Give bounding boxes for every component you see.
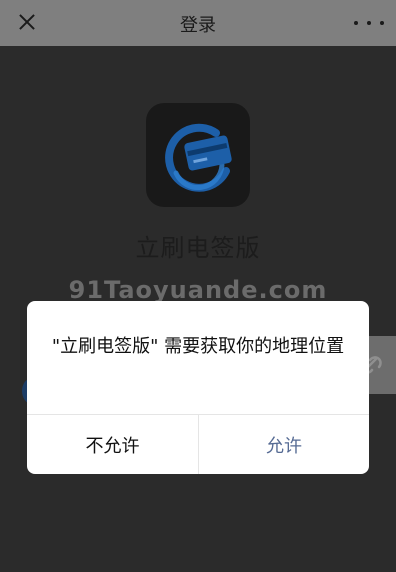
allow-button[interactable]: 允许 — [199, 415, 369, 474]
more-options-icon[interactable] — [354, 10, 384, 36]
deny-button[interactable]: 不允许 — [27, 415, 198, 474]
page-title: 登录 — [180, 15, 216, 36]
watermark-text: 91Taoyuande.com — [68, 276, 328, 304]
app-logo-icon — [146, 103, 250, 207]
dialog-message: "立刷电签版" 需要获取你的地理位置 — [51, 336, 345, 357]
app-name: 立刷电签版 — [135, 234, 261, 262]
top-navigation-bar: 登录 — [0, 0, 396, 46]
location-permission-dialog: "立刷电签版" 需要获取你的地理位置 不允许 允许 — [27, 301, 369, 474]
